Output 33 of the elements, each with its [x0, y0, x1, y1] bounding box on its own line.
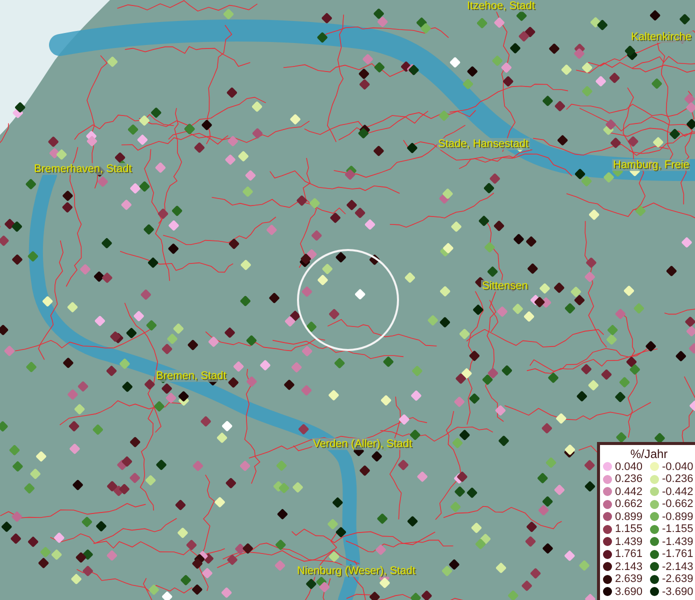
- legend-value: -0.442: [662, 486, 694, 498]
- legend-value: -3.690: [662, 586, 694, 598]
- legend-value: -2.639: [662, 573, 694, 586]
- place-label: Verden (Aller), Stadt: [312, 438, 414, 450]
- legend-title: %/Jahr: [630, 446, 668, 460]
- selection-circle[interactable]: [297, 249, 399, 351]
- legend-value: 0.040: [615, 460, 643, 473]
- legend-value: 0.662: [615, 498, 643, 510]
- legend-value: 0.236: [615, 473, 643, 486]
- legend-value: 1.155: [615, 523, 643, 536]
- place-label: Bremen, Stadt: [155, 370, 228, 382]
- legend-value: 2.143: [615, 560, 643, 573]
- legend-value: 2.639: [615, 573, 643, 586]
- legend-value: 3.690: [615, 586, 643, 598]
- place-label: Stade, Hansestadt: [437, 138, 530, 150]
- legend-value: -1.439: [662, 536, 694, 548]
- place-label: Itzehoe, Stadt: [466, 0, 536, 12]
- legend-value: -0.236: [662, 473, 694, 486]
- place-label: Nienburg (Weser), Stadt: [296, 565, 416, 577]
- legend-value: 1.761: [615, 548, 643, 560]
- legend-value: 0.899: [615, 510, 643, 523]
- place-label: Bremerhaven, Stadt: [33, 163, 133, 175]
- place-label: Kaltenkirche: [630, 31, 693, 43]
- legend-value: -0.662: [662, 498, 694, 510]
- place-label: Hamburg, Freie: [612, 159, 690, 171]
- legend-value: 1.439: [615, 536, 643, 548]
- legend-value: -0.899: [662, 510, 694, 523]
- legend-value: -1.155: [662, 523, 694, 536]
- place-label: Sittensen: [481, 280, 529, 292]
- legend-value: -0.040: [662, 460, 694, 473]
- legend-value: -1.761: [662, 548, 694, 560]
- legend-value: -2.143: [662, 560, 694, 573]
- legend-value: 0.442: [615, 486, 643, 498]
